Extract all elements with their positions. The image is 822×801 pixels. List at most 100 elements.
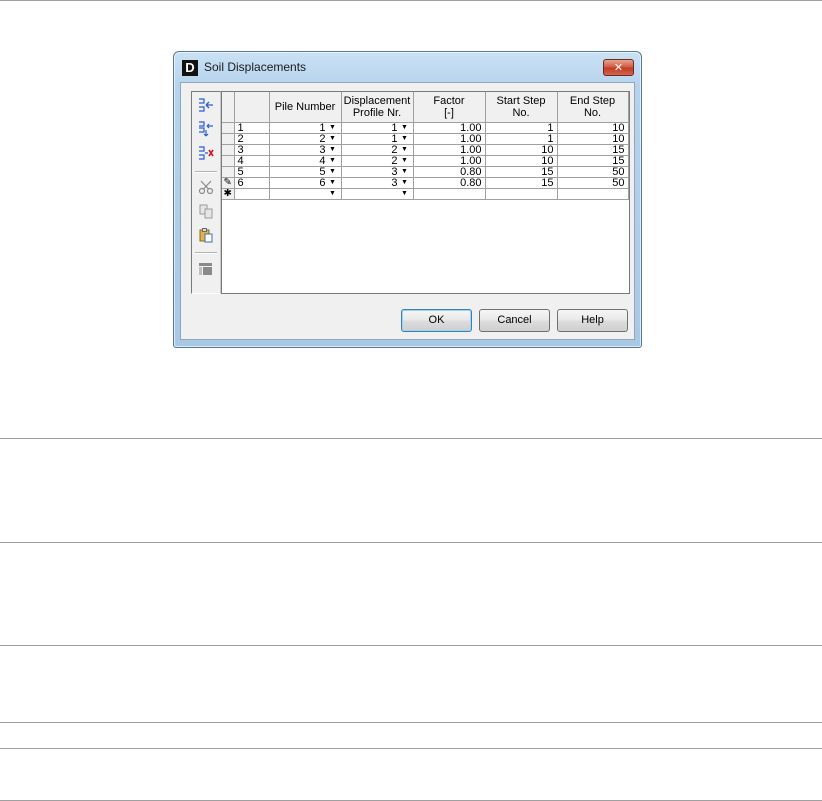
start-step-cell[interactable]: 10 (485, 155, 558, 167)
displacement-profile-cell[interactable]: 1 ▼ (341, 122, 414, 134)
pile-number-cell[interactable]: ▼ (269, 188, 342, 200)
page-rule (0, 748, 822, 749)
factor-cell[interactable]: 1.00 (413, 155, 486, 167)
displacement-profile-cell[interactable]: 3 ▼ (341, 166, 414, 178)
dropdown-cell[interactable]: 3 ▼ (272, 145, 340, 155)
end-step-cell[interactable]: 10 (557, 133, 629, 145)
displacement-profile-cell[interactable]: 3 ▼ (341, 177, 414, 189)
dropdown-cell[interactable]: 1 ▼ (344, 123, 412, 133)
dropdown-cell[interactable]: 3 ▼ (344, 178, 412, 188)
row-number-cell[interactable]: 3 (234, 144, 270, 156)
dropdown-cell[interactable]: ▼ (272, 189, 340, 199)
row-indicator (222, 122, 235, 134)
table-row[interactable]: 4 4 ▼ 2 ▼ 1.00 10 15 (222, 155, 629, 167)
chevron-down-icon[interactable]: ▼ (326, 134, 340, 144)
column-header-end-step[interactable]: End Step No. (557, 92, 629, 123)
dropdown-cell[interactable]: 1 ▼ (272, 123, 340, 133)
cancel-button[interactable]: Cancel (479, 309, 550, 332)
displacement-profile-cell[interactable]: 2 ▼ (341, 144, 414, 156)
help-button[interactable]: Help (557, 309, 628, 332)
chevron-down-icon[interactable]: ▼ (398, 156, 412, 166)
start-step-cell[interactable] (485, 188, 558, 200)
row-number-cell[interactable]: 1 (234, 122, 270, 134)
displacement-profile-cell[interactable]: 1 ▼ (341, 133, 414, 145)
row-number-cell[interactable] (234, 188, 270, 200)
copy-icon[interactable] (196, 202, 216, 220)
row-number-cell[interactable]: 2 (234, 133, 270, 145)
dropdown-cell[interactable]: 2 ▼ (272, 134, 340, 144)
end-step-cell[interactable]: 15 (557, 144, 629, 156)
row-indicator (222, 155, 235, 167)
pile-number-cell[interactable]: 4 ▼ (269, 155, 342, 167)
factor-cell[interactable]: 1.00 (413, 144, 486, 156)
chevron-down-icon[interactable]: ▼ (398, 134, 412, 144)
pile-number-cell[interactable]: 3 ▼ (269, 144, 342, 156)
factor-cell[interactable] (413, 188, 486, 200)
chevron-down-icon[interactable]: ▼ (326, 167, 340, 177)
start-step-cell[interactable]: 15 (485, 166, 558, 178)
column-header-start-step[interactable]: Start Step No. (485, 92, 558, 123)
dropdown-cell[interactable]: 2 ▼ (344, 145, 412, 155)
end-step-cell[interactable]: 50 (557, 177, 629, 189)
end-step-cell[interactable]: 50 (557, 166, 629, 178)
chevron-down-icon[interactable]: ▼ (326, 156, 340, 166)
chevron-down-icon[interactable]: ▼ (398, 145, 412, 155)
page-rule (0, 542, 822, 543)
dropdown-cell[interactable]: 1 ▼ (344, 134, 412, 144)
column-header-displacement-profile[interactable]: Displacement Profile Nr. (341, 92, 414, 123)
chevron-down-icon[interactable]: ▼ (398, 123, 412, 133)
row-indicator (222, 166, 235, 178)
pile-number-cell[interactable]: 2 ▼ (269, 133, 342, 145)
chevron-down-icon[interactable]: ▼ (326, 145, 340, 155)
row-number-cell[interactable]: 6 (234, 177, 270, 189)
ok-button[interactable]: OK (401, 309, 472, 332)
chevron-down-icon[interactable]: ▼ (398, 167, 412, 177)
dropdown-cell[interactable]: 6 ▼ (272, 178, 340, 188)
factor-cell[interactable]: 1.00 (413, 133, 486, 145)
start-step-cell[interactable]: 10 (485, 144, 558, 156)
chevron-down-icon[interactable]: ▼ (326, 189, 340, 199)
row-number-cell[interactable]: 4 (234, 155, 270, 167)
chevron-down-icon[interactable]: ▼ (398, 178, 412, 188)
displacement-profile-cell[interactable]: ▼ (341, 188, 414, 200)
start-step-cell[interactable]: 15 (485, 177, 558, 189)
table-row[interactable]: ✎ 6 6 ▼ 3 ▼ 0.80 15 50 (222, 177, 629, 189)
table-row[interactable]: ✱ ▼ ▼ (222, 188, 629, 200)
table-row[interactable]: 3 3 ▼ 2 ▼ 1.00 10 15 (222, 144, 629, 156)
cut-icon[interactable] (196, 178, 216, 196)
start-step-cell[interactable]: 1 (485, 133, 558, 145)
table-row[interactable]: 2 2 ▼ 1 ▼ 1.00 1 10 (222, 133, 629, 145)
pile-number-cell[interactable]: 1 ▼ (269, 122, 342, 134)
chevron-down-icon[interactable]: ▼ (326, 123, 340, 133)
table-row[interactable]: 1 1 ▼ 1 ▼ 1.00 1 10 (222, 122, 629, 134)
chevron-down-icon[interactable]: ▼ (398, 189, 412, 199)
start-step-cell[interactable]: 1 (485, 122, 558, 134)
delete-row-icon[interactable] (196, 144, 216, 162)
table-row[interactable]: 5 5 ▼ 3 ▼ 0.80 15 50 (222, 166, 629, 178)
column-header-pile-number[interactable]: Pile Number (269, 92, 342, 123)
dropdown-cell[interactable]: ▼ (344, 189, 412, 199)
dropdown-cell[interactable]: 5 ▼ (272, 167, 340, 177)
column-header-factor[interactable]: Factor [-] (413, 92, 486, 123)
displacement-profile-cell[interactable]: 2 ▼ (341, 155, 414, 167)
row-number-header (234, 92, 270, 123)
paste-icon[interactable] (196, 226, 216, 244)
close-button[interactable]: ✕ (603, 59, 634, 76)
pile-number-cell[interactable]: 6 ▼ (269, 177, 342, 189)
factor-cell[interactable]: 0.80 (413, 177, 486, 189)
factor-cell[interactable]: 0.80 (413, 166, 486, 178)
insert-row-below-icon[interactable] (196, 120, 216, 138)
title-bar[interactable]: D Soil Displacements ✕ (174, 52, 641, 82)
insert-row-icon[interactable] (196, 96, 216, 114)
factor-cell[interactable]: 1.00 (413, 122, 486, 134)
end-step-cell[interactable]: 15 (557, 155, 629, 167)
end-step-cell[interactable]: 10 (557, 122, 629, 134)
dropdown-cell[interactable]: 4 ▼ (272, 156, 340, 166)
dropdown-cell[interactable]: 3 ▼ (344, 167, 412, 177)
dropdown-cell[interactable]: 2 ▼ (344, 156, 412, 166)
end-step-cell[interactable] (557, 188, 629, 200)
chevron-down-icon[interactable]: ▼ (326, 178, 340, 188)
pile-number-cell[interactable]: 5 ▼ (269, 166, 342, 178)
copy-block-icon[interactable] (196, 260, 216, 278)
row-number-cell[interactable]: 5 (234, 166, 270, 178)
